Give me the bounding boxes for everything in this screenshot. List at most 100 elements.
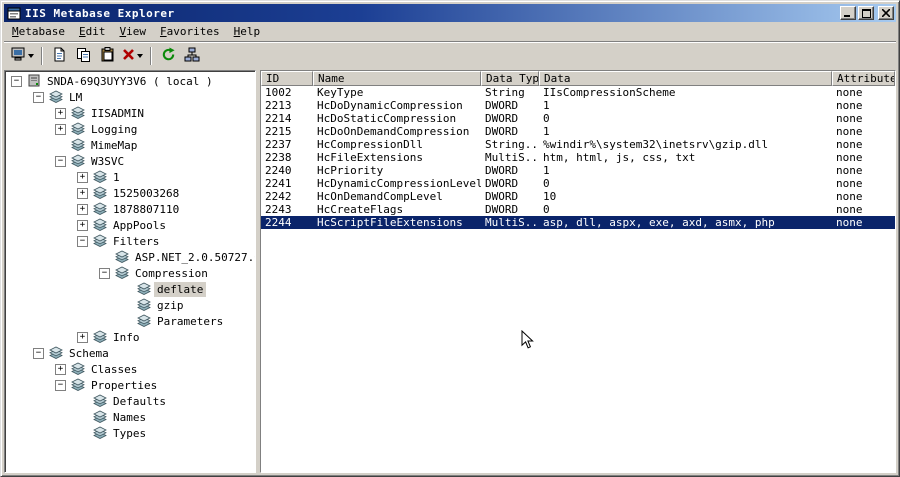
tree-node-filters[interactable]: − Filters — [7, 233, 255, 249]
tree-node-label: Classes — [91, 362, 138, 376]
table-cell: asp, dll, aspx, exe, axd, asmx, php — [543, 216, 775, 229]
table-cell: DWORD — [485, 112, 519, 125]
computer-icon — [11, 47, 26, 64]
list-body[interactable]: 1002 KeyType String IIsCompressionScheme non… — [261, 86, 895, 472]
copy-button[interactable] — [71, 45, 95, 67]
expand-icon[interactable]: + — [77, 219, 88, 231]
network-button[interactable] — [180, 45, 204, 67]
paste-button[interactable] — [95, 45, 119, 67]
table-row-2237[interactable]: 2237 HcCompressionDll String... %windir%\sy… — [261, 138, 895, 151]
table-cell: 2238 — [265, 151, 292, 164]
tree-node-schema[interactable]: − Schema — [7, 345, 255, 361]
delete-button[interactable] — [119, 45, 146, 67]
tree-node-classes[interactable]: + Classes — [7, 361, 255, 377]
collapse-icon[interactable]: − — [33, 91, 44, 103]
menu-view[interactable]: View — [112, 23, 153, 40]
tree-node-parameters[interactable]: Parameters — [7, 313, 255, 329]
expand-icon[interactable]: + — [77, 203, 88, 215]
menu-favorites[interactable]: Favorites — [153, 23, 227, 40]
tree-node-label: ASP.NET_2.0.50727.0 — [135, 250, 256, 264]
expand-icon[interactable]: + — [55, 363, 66, 375]
table-row-2215[interactable]: 2215 HcDoOnDemandCompression DWORD 1 none — [261, 125, 895, 138]
refresh-button[interactable] — [156, 45, 180, 67]
collapse-icon[interactable]: − — [99, 267, 110, 279]
green-refresh-icon — [161, 46, 176, 65]
expand-icon[interactable]: + — [77, 187, 88, 199]
metabase-key-icon — [136, 298, 154, 312]
red-x-icon — [122, 48, 135, 64]
tree-node-gzip[interactable]: gzip — [7, 297, 255, 313]
tree-node-apppools[interactable]: + AppPools — [7, 217, 255, 233]
tree-node-mimemap[interactable]: MimeMap — [7, 137, 255, 153]
table-cell: DWORD — [485, 177, 519, 190]
table-row-2241[interactable]: 2241 HcDynamicCompressionLevel DWORD 0 none — [261, 177, 895, 190]
connect-button[interactable] — [8, 45, 37, 67]
table-cell: HcDoDynamicCompression — [317, 99, 463, 112]
tree-node-w3svc[interactable]: − W3SVC — [7, 153, 255, 169]
tree-node-snda-69q3uyy3v6-local[interactable]: − SNDA-69Q3UYY3V6 ( local ) — [7, 73, 255, 89]
menu-metabase[interactable]: Metabase — [5, 23, 72, 40]
tree-view[interactable]: − SNDA-69Q3UYY3V6 ( local ) − LM + IISADMIN + L… — [4, 70, 256, 473]
table-cell: none — [836, 138, 863, 151]
table-row-2240[interactable]: 2240 HcPriority DWORD 1 none — [261, 164, 895, 177]
collapse-icon[interactable]: − — [11, 75, 22, 87]
tree-node-logging[interactable]: + Logging — [7, 121, 255, 137]
expand-icon[interactable]: + — [55, 123, 66, 135]
tree-node-compression[interactable]: − Compression — [7, 265, 255, 281]
table-cell: %windir%\system32\inetsrv\gzip.dll — [543, 138, 769, 151]
column-header-id[interactable]: ID — [261, 71, 313, 86]
collapse-icon[interactable]: − — [77, 235, 88, 247]
tree-node-defaults[interactable]: Defaults — [7, 393, 255, 409]
tree-node-label: Parameters — [157, 314, 224, 328]
collapse-icon[interactable]: − — [55, 379, 66, 391]
column-header-data[interactable]: Data — [539, 71, 832, 86]
tree-node-label: Compression — [135, 266, 208, 280]
toolbar-separator — [41, 46, 43, 65]
chevron-down-icon — [137, 53, 143, 58]
main-area: − SNDA-69Q3UYY3V6 ( local ) − LM + IISADMIN + L… — [4, 68, 896, 473]
tree-node-lm[interactable]: − LM — [7, 89, 255, 105]
minimize-button[interactable] — [840, 6, 856, 20]
table-row-2243[interactable]: 2243 HcCreateFlags DWORD 0 none — [261, 203, 895, 216]
tree-node-label: Filters — [113, 234, 160, 248]
expand-icon[interactable]: + — [77, 171, 88, 183]
tree-node-info[interactable]: + Info — [7, 329, 255, 345]
close-button[interactable] — [878, 6, 894, 20]
maximize-button[interactable] — [858, 6, 874, 20]
menu-edit[interactable]: Edit — [72, 23, 113, 40]
tree-node-1878807110[interactable]: +1878807110 — [7, 201, 255, 217]
table-row-2242[interactable]: 2242 HcOnDemandCompLevel DWORD 10 none — [261, 190, 895, 203]
column-header-attributes[interactable]: Attributes — [832, 71, 895, 86]
collapse-icon[interactable]: − — [33, 347, 44, 359]
expand-icon[interactable]: + — [77, 331, 88, 343]
tree-node-names[interactable]: Names — [7, 409, 255, 425]
tree-node-asp-net-2-0-50727-0[interactable]: ASP.NET_2.0.50727.0 — [7, 249, 255, 265]
expand-icon[interactable]: + — [55, 107, 66, 119]
table-cell: DWORD — [485, 125, 519, 138]
tree-node-types[interactable]: Types — [7, 425, 255, 441]
tree-node-label: SNDA-69Q3UYY3V6 ( local ) — [47, 74, 213, 88]
menu-help[interactable]: Help — [227, 23, 268, 40]
tree-node-deflate[interactable]: deflate — [7, 281, 255, 297]
metabase-key-icon — [70, 362, 88, 376]
table-cell: IIsCompressionScheme — [543, 86, 676, 99]
tree-node-label: AppPools — [113, 218, 166, 232]
server-icon — [26, 74, 44, 88]
metabase-key-icon — [114, 266, 132, 280]
tree-node-label: gzip — [157, 298, 184, 312]
collapse-icon[interactable]: − — [55, 155, 66, 167]
table-row-2214[interactable]: 2214 HcDoStaticCompression DWORD 0 none — [261, 112, 895, 125]
new-key-button[interactable] — [47, 45, 71, 67]
tree-node-1525003268[interactable]: +1525003268 — [7, 185, 255, 201]
column-header-name[interactable]: Name — [313, 71, 481, 86]
table-cell: none — [836, 112, 863, 125]
column-header-data-type[interactable]: Data Type — [481, 71, 539, 86]
tree-node-iisadmin[interactable]: + IISADMIN — [7, 105, 255, 121]
table-row-2244[interactable]: 2244 HcScriptFileExtensions MultiS... asp, … — [261, 216, 895, 229]
table-cell: 2214 — [265, 112, 292, 125]
table-row-2238[interactable]: 2238 HcFileExtensions MultiS... htm, html, … — [261, 151, 895, 164]
tree-node-1[interactable]: +1 — [7, 169, 255, 185]
table-row-1002[interactable]: 1002 KeyType String IIsCompressionScheme non… — [261, 86, 895, 99]
table-row-2213[interactable]: 2213 HcDoDynamicCompression DWORD 1 none — [261, 99, 895, 112]
tree-node-properties[interactable]: − Properties — [7, 377, 255, 393]
